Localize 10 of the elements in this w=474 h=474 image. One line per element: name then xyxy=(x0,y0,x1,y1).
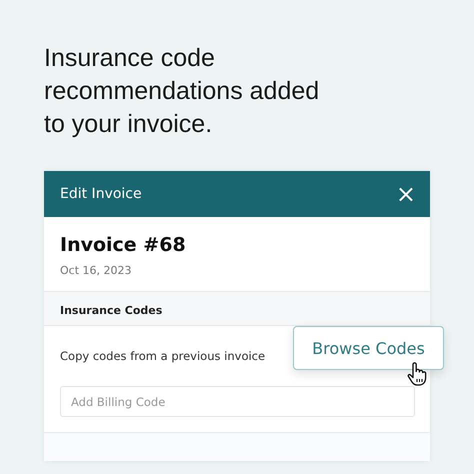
browse-codes-button[interactable]: Browse Codes xyxy=(293,326,444,370)
hand-cursor-icon xyxy=(407,362,427,386)
invoice-date: Oct 16, 2023 xyxy=(60,264,132,277)
copy-codes-text: Copy codes from a previous invoice xyxy=(60,349,266,363)
invoice-title: Invoice #68 xyxy=(60,234,187,256)
section-title: Insurance Codes xyxy=(60,304,162,317)
close-button[interactable]: × xyxy=(396,182,416,206)
dialog-title: Edit Invoice xyxy=(60,186,142,202)
billing-code-field[interactable]: Add Billing Code xyxy=(60,386,415,417)
headline: Insurance code recommendations added to your invoice. xyxy=(43,43,320,140)
